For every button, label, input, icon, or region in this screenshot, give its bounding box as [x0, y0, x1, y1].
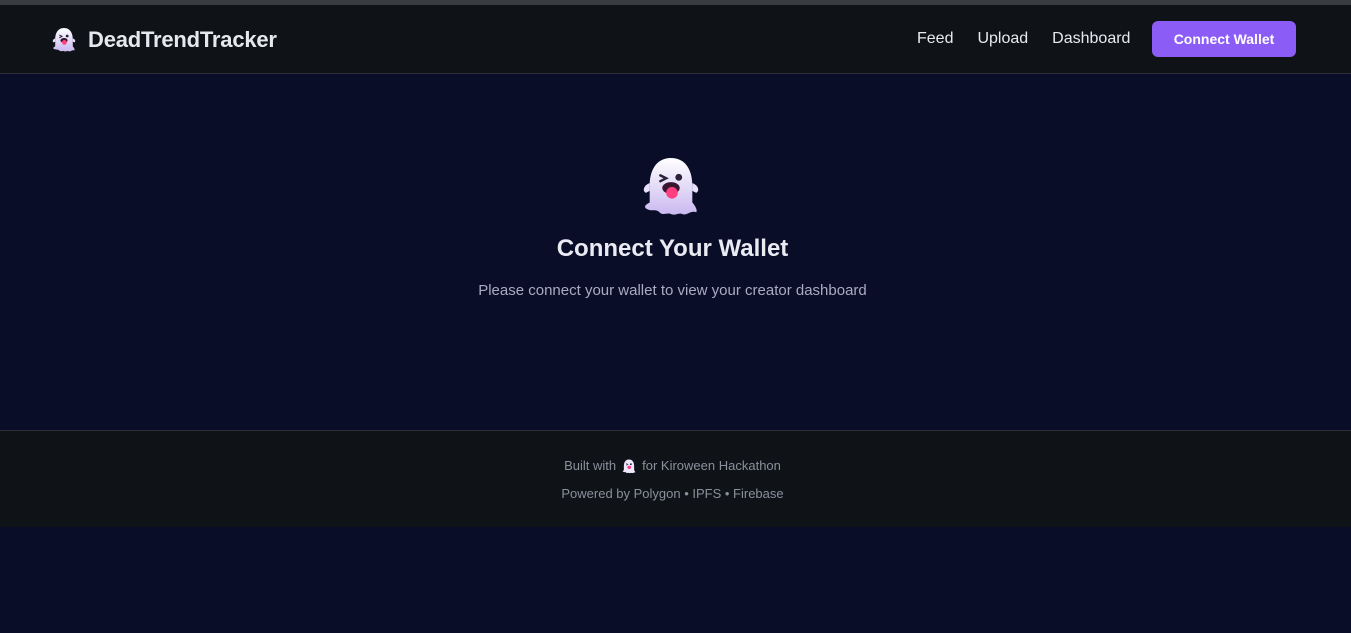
footer-built-prefix: Built with [564, 458, 617, 473]
footer-powered-by: Powered by Polygon • IPFS • Firebase [561, 486, 784, 501]
ghost-icon [622, 459, 636, 473]
nav-dashboard-link[interactable]: Dashboard [1052, 27, 1130, 51]
navbar: DeadTrendTracker Feed Upload Dashboard C… [0, 5, 1351, 74]
brand-name: DeadTrendTracker [88, 27, 277, 52]
nav-links: Feed Upload Dashboard [917, 27, 1154, 51]
connect-wallet-button[interactable]: Connect Wallet [1152, 21, 1296, 57]
main-content: Connect Your Wallet Please connect your … [0, 74, 1351, 430]
page-subtitle: Please connect your wallet to view your … [478, 282, 867, 299]
footer-credit: Built with for Kiroween Hackathon [0, 457, 1345, 475]
brand-logo[interactable]: DeadTrendTracker [52, 25, 277, 55]
ghost-icon [52, 28, 76, 52]
nav-upload-link[interactable]: Upload [977, 27, 1028, 51]
ghost-icon [643, 157, 699, 215]
footer-built-suffix: for Kiroween Hackathon [642, 458, 781, 473]
page-title: Connect Your Wallet [556, 235, 789, 262]
footer: Built with for Kiroween Hackathon Powere… [0, 430, 1351, 527]
nav-feed-link[interactable]: Feed [917, 27, 953, 51]
